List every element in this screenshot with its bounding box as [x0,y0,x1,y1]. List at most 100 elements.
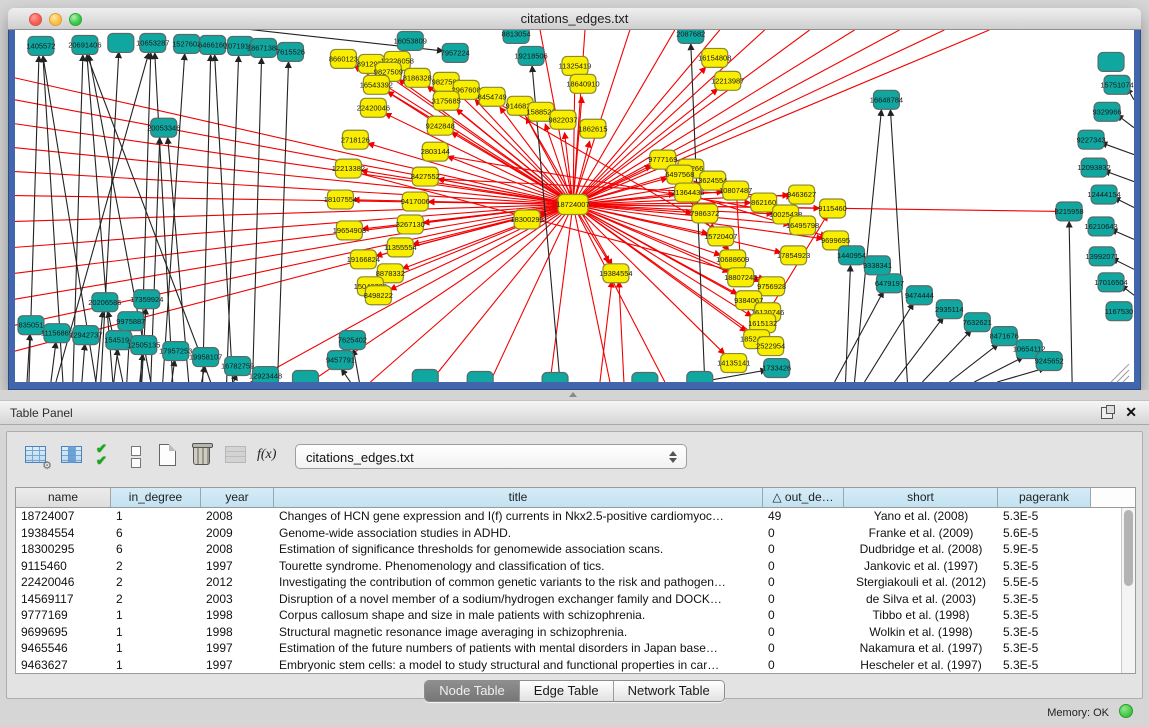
yellow-node[interactable]: 12213382 [332,159,365,178]
yellow-node[interactable]: 2522954 [756,337,785,356]
cell-name[interactable]: 19384554 [16,525,111,542]
cell-name[interactable]: 9463627 [16,657,111,674]
yellow-node[interactable]: 18724007 [556,195,589,215]
cell-title[interactable]: Investigating the contribution of common… [274,574,763,591]
table-row[interactable]: 1456911722003Disruption of a novel membe… [16,591,1121,608]
teal-node[interactable]: 8813054 [502,30,531,43]
table-chooser-dropdown[interactable]: citations_edges.txt [295,444,687,469]
yellow-node[interactable]: 16495798 [786,216,819,235]
teal-node[interactable] [632,373,658,382]
tab-network-table[interactable]: Network Table [614,681,724,701]
teal-node[interactable]: 17016504 [1094,273,1127,292]
teal-node[interactable]: 8215958 [1055,202,1084,221]
yellow-node[interactable]: 11355554 [384,238,417,257]
yellow-node[interactable]: 19384554 [599,264,632,283]
teal-node[interactable]: 1527602 [172,34,201,53]
cell-year[interactable]: 1998 [201,607,274,624]
yellow-node[interactable]: 3175685 [432,91,461,110]
tab-node-table[interactable]: Node Table [425,681,520,701]
cell-name[interactable]: 18300295 [16,541,111,558]
cell-name[interactable]: 9699695 [16,624,111,641]
teal-node[interactable]: 2087682 [676,30,705,43]
cell-title[interactable]: Changes of HCN gene expression and I(f) … [274,508,763,525]
cell-year[interactable]: 2003 [201,591,274,608]
cell-short[interactable]: Jankovic et al. (1997) [844,558,998,575]
teal-node[interactable]: 1440954 [837,246,866,265]
network-window-titlebar[interactable]: citations_edges.txt [8,8,1141,30]
cell-short[interactable]: Yano et al. (2008) [844,508,998,525]
split-divider[interactable] [0,390,1149,400]
teal-node[interactable] [542,373,568,382]
cell-short[interactable]: Nakamura et al. (1997) [844,640,998,657]
cell-name[interactable]: 9465546 [16,640,111,657]
yellow-node[interactable]: 8498222 [364,286,393,305]
yellow-node[interactable]: 9115460 [818,199,847,218]
yellow-node[interactable]: 17854923 [777,246,810,265]
cell-title[interactable]: Genome-wide association studies in ADHD. [274,525,763,542]
teal-node[interactable]: 7625402 [338,331,367,350]
cell-year[interactable]: 1997 [201,558,274,575]
yellow-node[interactable]: 1862615 [578,119,607,138]
teal-node[interactable]: 7632621 [963,313,992,332]
cell-title[interactable]: Estimation of significance thresholds fo… [274,541,763,558]
teal-node[interactable]: 16053809 [394,31,427,50]
function-builder-button[interactable]: f(x) [257,442,285,470]
cell-in_degree[interactable]: 2 [111,574,201,591]
cell-pagerank[interactable]: 5.3E-5 [998,640,1091,657]
yellow-node[interactable]: 7986372 [690,204,719,223]
column-header-short[interactable]: short [844,488,998,507]
yellow-node[interactable]: 8454749 [478,87,507,106]
teal-node[interactable]: 6479197 [875,274,904,293]
yellow-node[interactable]: 3267130 [396,215,425,234]
teal-node[interactable]: 6466160 [198,35,227,54]
cell-out_de[interactable]: 0 [763,657,844,674]
cell-short[interactable]: de Silva et al. (2003) [844,591,998,608]
teal-node[interactable]: 9975887 [116,312,145,331]
teal-node[interactable]: 9457791 [326,351,355,370]
table-row[interactable]: 977716911998Corpus callosum shape and si… [16,607,1121,624]
teal-node[interactable]: 8471676 [990,327,1019,346]
close-panel-icon[interactable]: ✕ [1125,404,1137,421]
cell-year[interactable]: 2012 [201,574,274,591]
cell-in_degree[interactable]: 2 [111,591,201,608]
table-settings-button[interactable]: ⚙ [23,442,51,470]
network-canvas[interactable]: 8660123891295412226058982750916543392818… [15,30,1134,382]
yellow-node[interactable]: 2718126 [341,130,370,149]
cell-out_de[interactable]: 0 [763,541,844,558]
teal-node[interactable]: 12923448 [249,367,282,382]
cell-out_de[interactable]: 0 [763,607,844,624]
cell-title[interactable]: Corpus callosum shape and size in male p… [274,607,763,624]
cell-pagerank[interactable]: 5.3E-5 [998,558,1091,575]
cell-pagerank[interactable]: 5.3E-5 [998,657,1091,674]
teal-node[interactable]: 20053346 [147,118,180,137]
cell-out_de[interactable]: 0 [763,574,844,591]
cell-year[interactable]: 1998 [201,624,274,641]
yellow-node[interactable]: 11325419 [559,56,592,75]
cell-short[interactable]: Hescheler et al. (1997) [844,657,998,674]
cell-short[interactable]: Tibbo et al. (1998) [844,607,998,624]
yellow-node[interactable]: 19166824 [347,250,380,269]
cell-in_degree[interactable]: 2 [111,558,201,575]
cell-year[interactable]: 2009 [201,525,274,542]
teal-node[interactable]: 19218506 [514,46,547,65]
select-all-columns-button[interactable]: ✔✔ [93,442,121,470]
yellow-node[interactable]: 9822037 [548,110,577,129]
teal-node[interactable]: 20206586 [88,293,121,312]
cell-year[interactable]: 1997 [201,657,274,674]
table-row[interactable]: 2242004622012Investigating the contribut… [16,574,1121,591]
teal-node[interactable] [412,370,438,382]
table-row[interactable]: 946362711997Embryonic stem cells: a mode… [16,657,1121,674]
yellow-node[interactable]: 18640910 [566,74,599,93]
yellow-node[interactable]: 2803144 [421,142,450,161]
cell-short[interactable]: Dudbridge et al. (2008) [844,541,998,558]
teal-node[interactable]: 17957253 [159,342,192,361]
column-header-in_degree[interactable]: in_degree [111,488,201,507]
cell-pagerank[interactable]: 5.3E-5 [998,591,1091,608]
yellow-node[interactable]: 18107554 [324,190,357,209]
cell-title[interactable]: Embryonic stem cells: a model to study s… [274,657,763,674]
yellow-node[interactable]: 14135141 [717,354,750,373]
delete-table-button[interactable] [189,442,217,470]
cell-name[interactable]: 9115460 [16,558,111,575]
column-header-pagerank[interactable]: pagerank [998,488,1091,507]
teal-node[interactable]: 9329966 [1093,102,1122,121]
